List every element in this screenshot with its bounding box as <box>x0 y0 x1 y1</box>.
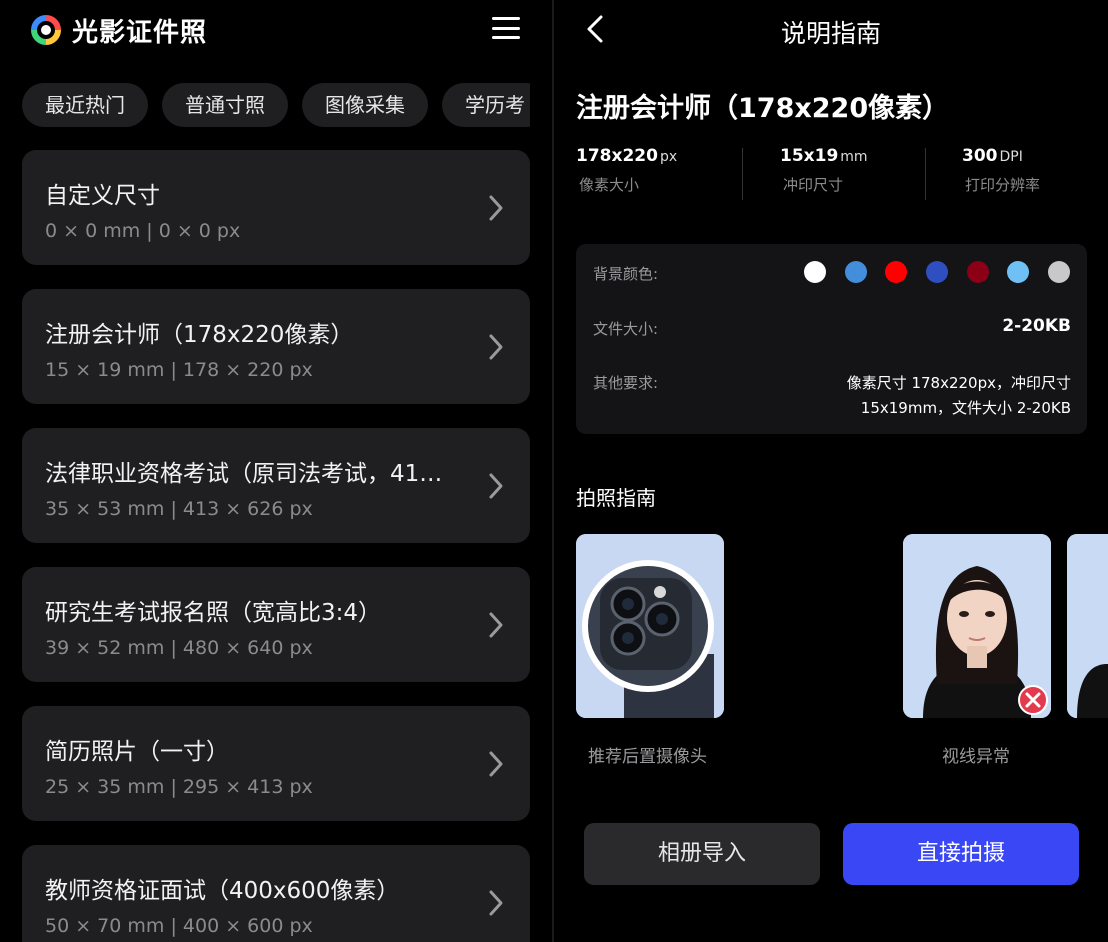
stat-print-size: 15x19 mm 冲印尺寸 <box>780 146 868 195</box>
list-item[interactable]: 研究生考试报名照（宽高比3:4） 39 × 52 mm | 480 × 640 … <box>22 567 530 682</box>
spec-title: 注册会计师（178x220像素） <box>576 93 950 124</box>
stat-unit: DPI <box>999 149 1023 165</box>
bg-color-swatch-gray <box>1048 261 1070 283</box>
stat-divider <box>742 148 743 200</box>
requirements-box: 背景颜色: 文件大小: 2-20KB 其他要求: 像素尺寸 178x220px，… <box>576 244 1087 434</box>
stat-pixel-size: 178x220 px 像素大小 <box>576 146 677 195</box>
item-size: 25 × 35 mm | 295 × 413 px <box>45 776 313 798</box>
photo-type-list-panel: 光影证件照 最近热门 普通寸照 图像采集 学历考 自定义尺寸 0 × 0 mm | 0… <box>0 0 552 942</box>
stat-label: 打印分辨率 <box>965 176 1041 194</box>
tab-recent-hot[interactable]: 最近热门 <box>22 83 148 127</box>
chevron-right-icon <box>489 612 503 638</box>
other-req-label: 其他要求: <box>593 374 659 392</box>
stat-label: 像素大小 <box>579 176 640 194</box>
chevron-right-icon <box>489 890 503 916</box>
stat-unit: px <box>659 149 678 165</box>
item-title: 自定义尺寸 <box>45 183 160 209</box>
bg-color-swatch-white <box>804 261 826 283</box>
file-size-label: 文件大小: <box>593 320 659 338</box>
stat-dpi: 300 DPI 打印分辨率 <box>962 146 1040 195</box>
list-item[interactable]: 法律职业资格考试（原司法考试，41… 35 × 53 mm | 413 × 62… <box>22 428 530 543</box>
rainbow-ring-logo-icon <box>30 14 62 46</box>
app-header: 光影证件照 <box>30 12 207 48</box>
item-size: 39 × 52 mm | 480 × 640 px <box>45 637 313 659</box>
other-req-line-2: 15x19mm，文件大小 2-20KB <box>860 399 1071 417</box>
item-size: 35 × 53 mm | 413 × 626 px <box>45 498 313 520</box>
item-title: 注册会计师（178x220像素） <box>45 322 354 348</box>
album-import-button[interactable]: 相册导入 <box>584 823 820 885</box>
guide-caption: 推荐后置摄像头 <box>588 747 707 767</box>
chevron-right-icon <box>489 195 503 221</box>
item-size: 15 × 19 mm | 178 × 220 px <box>45 359 313 381</box>
other-req-line-1: 像素尺寸 178x220px，冲印尺寸 <box>846 374 1071 392</box>
bg-color-label: 背景颜色: <box>593 265 659 283</box>
bg-color-swatch-red <box>885 261 907 283</box>
screen: 光影证件照 最近热门 普通寸照 图像采集 学历考 自定义尺寸 0 × 0 mm | 0… <box>0 0 1108 942</box>
list-item[interactable]: 教师资格证面试（400x600像素） 50 × 70 mm | 400 × 60… <box>22 845 530 942</box>
item-title: 简历照片（一寸） <box>45 739 229 765</box>
photo-type-list: 自定义尺寸 0 × 0 mm | 0 × 0 px 注册会计师（178x220像… <box>22 150 530 942</box>
page-title: 说明指南 <box>780 19 881 48</box>
guide-image-partial <box>1067 534 1108 718</box>
photo-guide-title: 拍照指南 <box>576 486 656 510</box>
stat-unit: mm <box>840 149 868 165</box>
chevron-right-icon <box>489 334 503 360</box>
chevron-right-icon <box>489 751 503 777</box>
stat-value: 178x220 <box>576 146 658 166</box>
item-size: 0 × 0 mm | 0 × 0 px <box>45 220 241 242</box>
portrait-wrong-gaze-image <box>903 534 1051 718</box>
tab-normal-size[interactable]: 普通寸照 <box>162 83 288 127</box>
spec-stats: 178x220 px 像素大小 15x19 mm 冲印尺寸 300 DPI 打印分辨率 <box>576 146 1086 202</box>
bg-color-swatch-light-blue <box>1007 261 1029 283</box>
stat-divider <box>925 148 926 200</box>
stat-label: 冲印尺寸 <box>783 176 844 194</box>
chevron-right-icon <box>489 473 503 499</box>
tab-education-exam[interactable]: 学历考 <box>442 83 530 127</box>
item-title: 研究生考试报名照（宽高比3:4） <box>45 600 382 626</box>
app-title: 光影证件照 <box>72 17 208 48</box>
stat-value: 15x19 <box>780 146 839 166</box>
bg-color-swatch-blue <box>845 261 867 283</box>
hamburger-menu-icon[interactable] <box>492 14 520 42</box>
rear-camera-image <box>576 534 724 718</box>
list-item[interactable]: 注册会计师（178x220像素） 15 × 19 mm | 178 × 220 … <box>22 289 530 404</box>
item-title: 法律职业资格考试（原司法考试，41… <box>45 461 443 487</box>
file-size-value: 2-20KB <box>1002 316 1071 336</box>
bg-color-swatch-dark-blue <box>926 261 948 283</box>
item-size: 50 × 70 mm | 400 × 600 px <box>45 915 313 937</box>
guide-caption: 视线异常 <box>942 747 1010 767</box>
guide-detail-panel: 说明指南 注册会计师（178x220像素） 178x220 px 像素大小 15x… <box>554 0 1108 942</box>
tab-image-capture[interactable]: 图像采集 <box>302 83 428 127</box>
list-item[interactable]: 简历照片（一寸） 25 × 35 mm | 295 × 413 px <box>22 706 530 821</box>
bg-color-swatch-dark-red <box>967 261 989 283</box>
take-photo-button[interactable]: 直接拍摄 <box>843 823 1079 885</box>
list-item[interactable]: 自定义尺寸 0 × 0 mm | 0 × 0 px <box>22 150 530 265</box>
item-title: 教师资格证面试（400x600像素） <box>45 878 400 904</box>
stat-value: 300 <box>962 146 998 166</box>
category-tabs: 最近热门 普通寸照 图像采集 学历考 <box>22 83 530 127</box>
